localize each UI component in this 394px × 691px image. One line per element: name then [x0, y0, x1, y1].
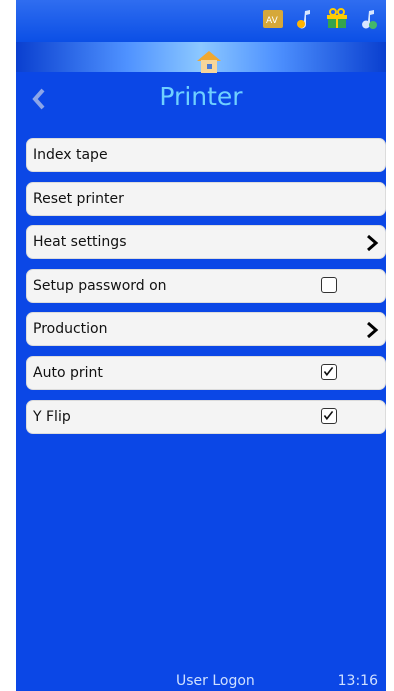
y-flip-checkbox[interactable]	[321, 408, 337, 424]
auto-print-checkbox[interactable]	[321, 364, 337, 380]
menu-item-setup-password[interactable]: Setup password on	[26, 269, 386, 303]
menu-item-label: Auto print	[33, 365, 103, 381]
menu-item-label: Y Flip	[33, 409, 71, 425]
chevron-right-icon	[367, 321, 379, 339]
menu-item-label: Reset printer	[33, 191, 124, 207]
music-note-icon[interactable]	[294, 8, 316, 30]
clock-time: 13:16	[337, 673, 378, 689]
menu-item-label: Heat settings	[33, 234, 127, 250]
svg-text:AV: AV	[266, 16, 279, 26]
menu-item-production[interactable]: Production	[26, 312, 386, 346]
menu-item-heat-settings[interactable]: Heat settings	[26, 225, 386, 259]
checkmark-icon	[323, 366, 334, 377]
menu-item-index-tape[interactable]: Index tape	[26, 138, 386, 172]
menu-item-label: Production	[33, 321, 108, 337]
checkmark-icon	[323, 410, 334, 421]
menu-item-reset-printer[interactable]: Reset printer	[26, 182, 386, 216]
language-icon[interactable]: AV	[262, 8, 284, 30]
menu-item-y-flip[interactable]: Y Flip	[26, 400, 386, 434]
music-note-icon[interactable]	[358, 8, 380, 30]
chevron-right-icon	[367, 234, 379, 252]
setup-password-checkbox[interactable]	[321, 277, 337, 293]
gift-icon[interactable]	[326, 8, 348, 30]
top-status-bar: AV	[16, 0, 386, 42]
page-title: Printer	[159, 82, 243, 111]
menu-item-label: Setup password on	[33, 278, 167, 294]
menu-item-auto-print[interactable]: Auto print	[26, 356, 386, 390]
home-icon[interactable]	[195, 48, 223, 76]
top-icons: AV	[262, 8, 380, 30]
footer-bar: User Logon 13:16	[16, 670, 386, 691]
app-screen: AV Printer Index tape Reset printer Heat…	[16, 0, 386, 691]
menu-item-label: Index tape	[33, 147, 108, 163]
user-logon-button[interactable]: User Logon	[176, 673, 255, 689]
